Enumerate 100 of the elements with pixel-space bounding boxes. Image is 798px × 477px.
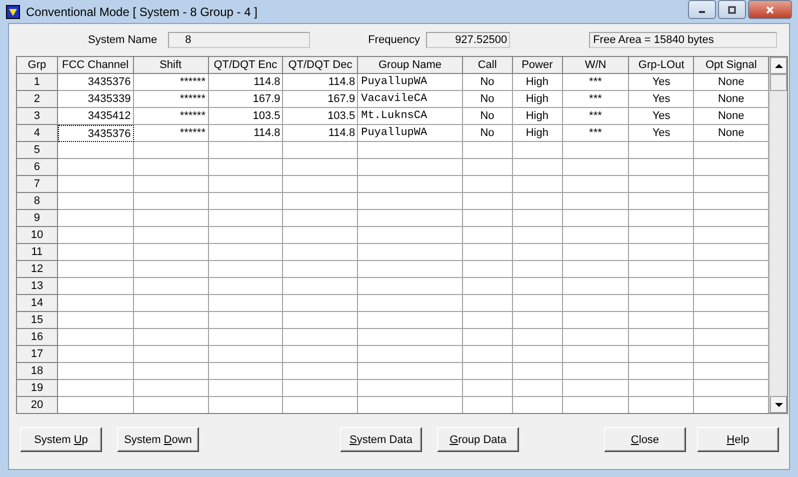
column-header: QT/DQT Enc bbox=[208, 57, 284, 74]
table-cell: 3435339 bbox=[58, 91, 134, 108]
table-cell: *** bbox=[562, 108, 630, 125]
table-cell: PuyallupWA bbox=[358, 125, 463, 142]
down-arrow-icon bbox=[774, 402, 783, 408]
table-cell: 114.8 bbox=[283, 74, 358, 91]
table-cell bbox=[512, 346, 563, 363]
maximize-button[interactable] bbox=[718, 0, 746, 19]
table-cell bbox=[512, 227, 563, 244]
table-cell bbox=[629, 380, 694, 397]
table-cell: No bbox=[462, 74, 513, 91]
column-header: Power bbox=[512, 57, 563, 74]
column-header: Grp bbox=[17, 57, 58, 74]
table-cell: 167.9 bbox=[208, 91, 284, 108]
table-cell bbox=[462, 363, 513, 380]
table-cell: 103.5 bbox=[283, 108, 358, 125]
row-number: 12 bbox=[17, 261, 58, 278]
row-number: 5 bbox=[17, 142, 58, 159]
table-cell bbox=[512, 380, 563, 397]
table-cell: VacavileCA bbox=[358, 91, 463, 108]
table-cell bbox=[562, 329, 630, 346]
table-cell: 103.5 bbox=[208, 108, 284, 125]
scroll-down-button[interactable] bbox=[770, 396, 787, 413]
table-cell bbox=[629, 363, 694, 380]
table-cell bbox=[629, 210, 694, 227]
dialog-button[interactable]: Group Data bbox=[437, 427, 519, 452]
row-number: 10 bbox=[17, 227, 58, 244]
table-cell bbox=[629, 346, 694, 363]
row-number: 14 bbox=[17, 295, 58, 312]
scroll-thumb[interactable] bbox=[770, 74, 787, 91]
table-cell bbox=[462, 278, 513, 295]
system-name-field: 8 bbox=[168, 32, 310, 48]
table-cell bbox=[562, 210, 630, 227]
table-cell bbox=[512, 278, 563, 295]
table-cell: High bbox=[512, 125, 563, 142]
table-cell: *** bbox=[562, 125, 630, 142]
minimize-icon bbox=[699, 10, 705, 12]
table-cell bbox=[512, 329, 563, 346]
column-header: Grp-LOut bbox=[629, 57, 694, 74]
minimize-button[interactable] bbox=[688, 0, 716, 19]
table-cell bbox=[462, 193, 513, 210]
dialog-button[interactable]: System Down bbox=[117, 427, 199, 452]
table-cell bbox=[462, 295, 513, 312]
table-cell: Mt.LuknsCA bbox=[358, 108, 463, 125]
column-header: QT/DQT Dec bbox=[283, 57, 358, 74]
row-number: 13 bbox=[17, 278, 58, 295]
table-cell: ****** bbox=[134, 91, 208, 108]
column-header: Opt Signal bbox=[694, 57, 770, 74]
frequency-field: 927.52500 bbox=[426, 32, 510, 48]
table-cell bbox=[629, 244, 694, 261]
dialog-button[interactable]: System Data bbox=[340, 427, 422, 452]
table-cell: ****** bbox=[134, 74, 208, 91]
table-cell bbox=[462, 227, 513, 244]
table-cell bbox=[562, 227, 630, 244]
table-cell: Yes bbox=[629, 91, 694, 108]
scrollbar[interactable] bbox=[769, 57, 787, 413]
table-cell: High bbox=[512, 91, 563, 108]
table-cell: PuyallupWA bbox=[358, 74, 463, 91]
table-cell bbox=[629, 159, 694, 176]
close-button[interactable] bbox=[748, 0, 792, 19]
row-number: 1 bbox=[17, 74, 58, 91]
table-cell bbox=[629, 227, 694, 244]
table-cell bbox=[462, 159, 513, 176]
row-number: 15 bbox=[17, 312, 58, 329]
table-cell: No bbox=[462, 125, 513, 142]
table-cell bbox=[512, 159, 563, 176]
table-cell bbox=[462, 346, 513, 363]
table-cell bbox=[462, 142, 513, 159]
table-cell: High bbox=[512, 74, 563, 91]
table-cell: High bbox=[512, 108, 563, 125]
row-number: 8 bbox=[17, 193, 58, 210]
table-cell bbox=[462, 244, 513, 261]
table-cell bbox=[629, 278, 694, 295]
table-cell bbox=[512, 295, 563, 312]
dialog-button[interactable]: Close bbox=[604, 427, 686, 452]
table-cell bbox=[562, 295, 630, 312]
row-number: 3 bbox=[17, 108, 58, 125]
table-cell bbox=[629, 176, 694, 193]
table-cell bbox=[512, 142, 563, 159]
table-cell bbox=[462, 210, 513, 227]
row-number: 4 bbox=[17, 125, 58, 142]
row-number: 7 bbox=[17, 176, 58, 193]
table-cell bbox=[562, 142, 630, 159]
table-cell bbox=[462, 176, 513, 193]
dialog-button[interactable]: Help bbox=[697, 427, 779, 452]
table-cell bbox=[629, 193, 694, 210]
table-cell bbox=[562, 159, 630, 176]
table-cell bbox=[562, 244, 630, 261]
table-cell bbox=[629, 295, 694, 312]
table-cell bbox=[512, 312, 563, 329]
table-cell bbox=[562, 278, 630, 295]
table-cell: 167.9 bbox=[283, 91, 358, 108]
table-cell bbox=[629, 312, 694, 329]
window-title: Conventional Mode [ System - 8 Group - 4 ] bbox=[26, 4, 258, 18]
table-cell bbox=[629, 329, 694, 346]
table-cell bbox=[562, 176, 630, 193]
scroll-up-button[interactable] bbox=[770, 57, 787, 74]
dialog-button[interactable]: System Up bbox=[20, 427, 102, 452]
app-icon bbox=[6, 4, 20, 18]
table-cell bbox=[562, 312, 630, 329]
